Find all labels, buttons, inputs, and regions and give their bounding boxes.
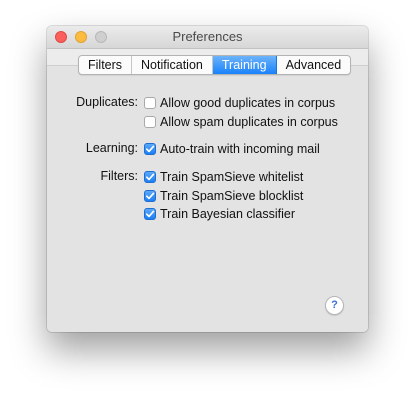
- allow-good-duplicates-checkbox[interactable]: [144, 97, 156, 109]
- tab-notification[interactable]: Notification: [132, 56, 213, 74]
- auto-train-checkbox[interactable]: [144, 143, 156, 155]
- tab-filters[interactable]: Filters: [79, 56, 133, 74]
- train-blocklist-label: Train SpamSieve blocklist: [160, 189, 304, 203]
- train-blocklist-checkbox[interactable]: [144, 190, 156, 202]
- tab-bar: Filters Notification Training Advanced: [78, 55, 352, 75]
- allow-good-duplicates-label: Allow good duplicates in corpus: [160, 96, 336, 110]
- preferences-window: Preferences Filters Notification Trainin…: [47, 26, 368, 332]
- auto-train-label: Auto-train with incoming mail: [160, 142, 320, 156]
- help-button[interactable]: ?: [325, 296, 344, 315]
- checkmark-icon: [145, 192, 155, 200]
- checkmark-icon: [145, 173, 155, 181]
- title-bar[interactable]: Preferences: [47, 26, 368, 49]
- duplicates-label: Duplicates:: [76, 95, 138, 109]
- auto-train-option[interactable]: Auto-train with incoming mail: [144, 141, 320, 157]
- train-blocklist-option[interactable]: Train SpamSieve blocklist: [144, 188, 303, 204]
- allow-spam-duplicates-option[interactable]: Allow spam duplicates in corpus: [144, 114, 338, 130]
- tab-advanced[interactable]: Advanced: [277, 56, 351, 74]
- train-whitelist-checkbox[interactable]: [144, 171, 156, 183]
- checkmark-icon: [145, 145, 155, 153]
- filters-label: Filters:: [100, 169, 139, 183]
- help-icon: ?: [331, 299, 338, 311]
- train-whitelist-option[interactable]: Train SpamSieve whitelist: [144, 169, 303, 185]
- checkmark-icon: [145, 210, 155, 218]
- tab-training[interactable]: Training: [212, 56, 277, 74]
- train-bayesian-option[interactable]: Train Bayesian classifier: [144, 206, 295, 222]
- train-bayesian-checkbox[interactable]: [144, 208, 156, 220]
- allow-spam-duplicates-checkbox[interactable]: [144, 116, 156, 128]
- allow-spam-duplicates-label: Allow spam duplicates in corpus: [160, 115, 338, 129]
- train-whitelist-label: Train SpamSieve whitelist: [160, 170, 304, 184]
- allow-good-duplicates-option[interactable]: Allow good duplicates in corpus: [144, 95, 335, 111]
- learning-label: Learning:: [85, 141, 138, 155]
- window-title: Preferences: [172, 29, 243, 44]
- train-bayesian-label: Train Bayesian classifier: [160, 207, 296, 221]
